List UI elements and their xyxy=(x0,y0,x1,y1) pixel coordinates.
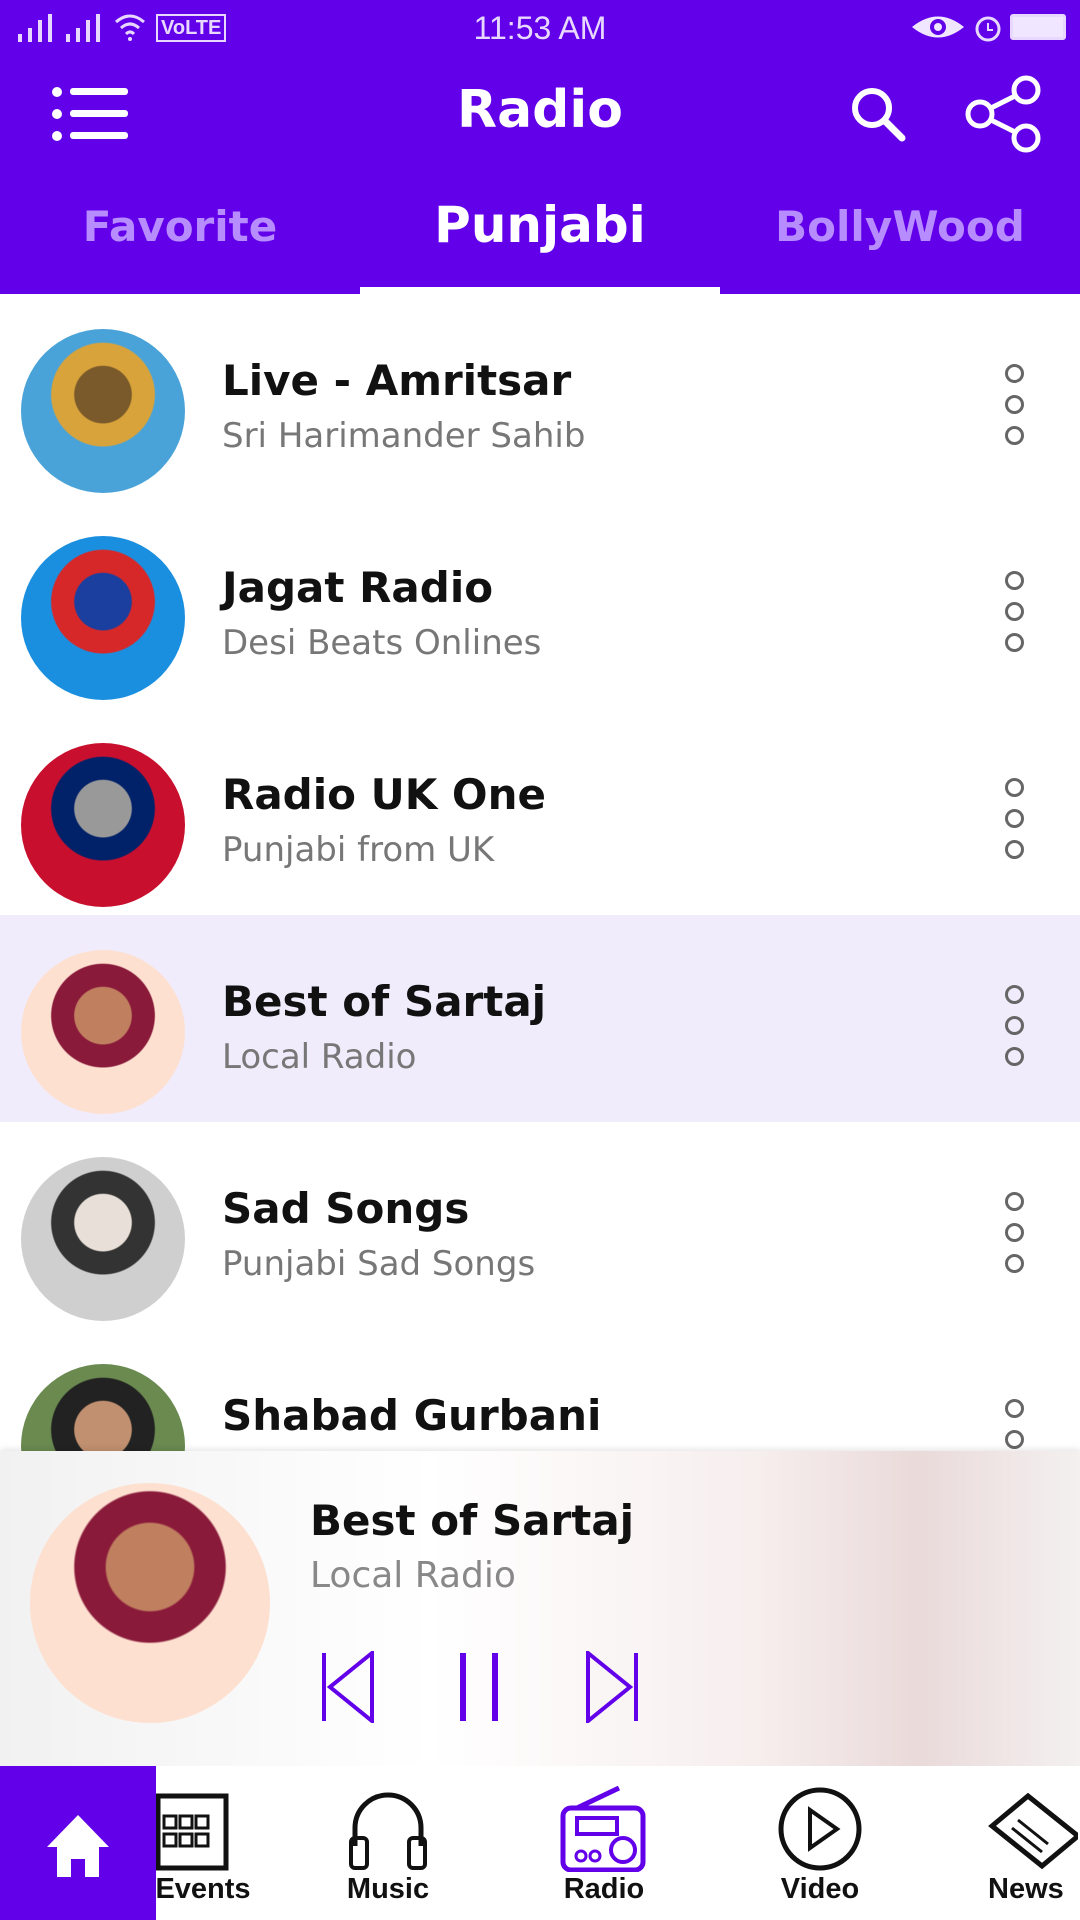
headphones-icon xyxy=(349,1792,427,1870)
home-icon xyxy=(47,1815,109,1877)
station-subtitle: Local Radio xyxy=(222,1037,417,1077)
station-row[interactable]: Sad Songs Punjabi Sad Songs xyxy=(0,1122,1080,1329)
station-artwork xyxy=(21,950,185,1114)
pause-icon[interactable] xyxy=(458,1651,502,1723)
next-icon[interactable] xyxy=(584,1651,640,1723)
more-options-icon[interactable] xyxy=(1005,571,1024,652)
station-title: Radio UK One xyxy=(222,770,546,819)
tab-punjabi[interactable]: Punjabi xyxy=(360,190,720,294)
share-icon[interactable] xyxy=(964,74,1044,154)
station-artwork xyxy=(21,329,185,493)
more-options-icon[interactable] xyxy=(1005,364,1024,445)
page-title: Radio xyxy=(457,80,623,140)
station-row[interactable]: Live - Amritsar Sri Harimander Sahib xyxy=(0,294,1080,501)
station-title: Jagat Radio xyxy=(222,563,494,612)
tab-favorite[interactable]: Favorite xyxy=(0,190,360,294)
station-row[interactable]: Radio UK One Punjabi from UK xyxy=(0,708,1080,915)
player-subtitle: Local Radio xyxy=(310,1555,516,1596)
station-title: Sad Songs xyxy=(222,1184,470,1233)
station-artwork xyxy=(21,1157,185,1321)
tab-bar: Favorite Punjabi BollyWood xyxy=(0,190,1080,294)
nav-home[interactable] xyxy=(0,1766,156,1920)
nav-radio[interactable]: Radio xyxy=(496,1766,712,1920)
previous-icon[interactable] xyxy=(320,1651,376,1723)
station-row[interactable]: Jagat Radio Desi Beats Onlines xyxy=(0,501,1080,708)
station-subtitle: Sri Harimander Sahib xyxy=(222,416,586,456)
station-title: Best of Sartaj xyxy=(222,977,547,1026)
station-artwork xyxy=(21,743,185,907)
station-title: Live - Amritsar xyxy=(222,356,572,405)
eye-icon xyxy=(912,16,964,38)
station-artwork xyxy=(21,536,185,700)
station-subtitle: Desi Beats Onlines xyxy=(222,623,542,663)
battery-icon xyxy=(1010,14,1066,40)
nav-news[interactable]: News xyxy=(928,1766,1080,1920)
app-header: VoLTE 11:53 AM Radio Favorite Punjabi Bo… xyxy=(0,0,1080,294)
status-bar: VoLTE 11:53 AM xyxy=(0,0,1080,56)
newspaper-icon xyxy=(988,1792,1078,1870)
alarm-icon xyxy=(975,16,1001,42)
station-title: Shabad Gurbani xyxy=(222,1391,602,1440)
calendar-icon xyxy=(156,1793,229,1871)
station-row[interactable]: Best of Sartaj Local Radio xyxy=(0,915,1080,1122)
play-circle-icon xyxy=(778,1787,862,1871)
nav-music[interactable]: Music xyxy=(280,1766,496,1920)
station-subtitle: Punjabi from UK xyxy=(222,830,495,870)
more-options-icon[interactable] xyxy=(1005,1192,1024,1273)
station-list: Live - Amritsar Sri Harimander Sahib Jag… xyxy=(0,294,1080,1536)
nav-video[interactable]: Video xyxy=(712,1766,928,1920)
station-subtitle: Punjabi Sad Songs xyxy=(222,1244,536,1284)
nav-events[interactable]: Events xyxy=(156,1766,280,1920)
more-options-icon[interactable] xyxy=(1005,985,1024,1066)
player-artwork xyxy=(30,1483,270,1723)
more-options-icon[interactable] xyxy=(1005,778,1024,859)
tab-bollywood[interactable]: BollyWood xyxy=(720,190,1080,294)
search-icon[interactable] xyxy=(850,86,906,142)
radio-icon xyxy=(560,1786,646,1872)
player-title: Best of Sartaj xyxy=(310,1496,635,1545)
mini-player[interactable]: Best of Sartaj Local Radio xyxy=(0,1451,1080,1766)
bottom-nav: Events Music Radio Video News xyxy=(0,1766,1080,1920)
